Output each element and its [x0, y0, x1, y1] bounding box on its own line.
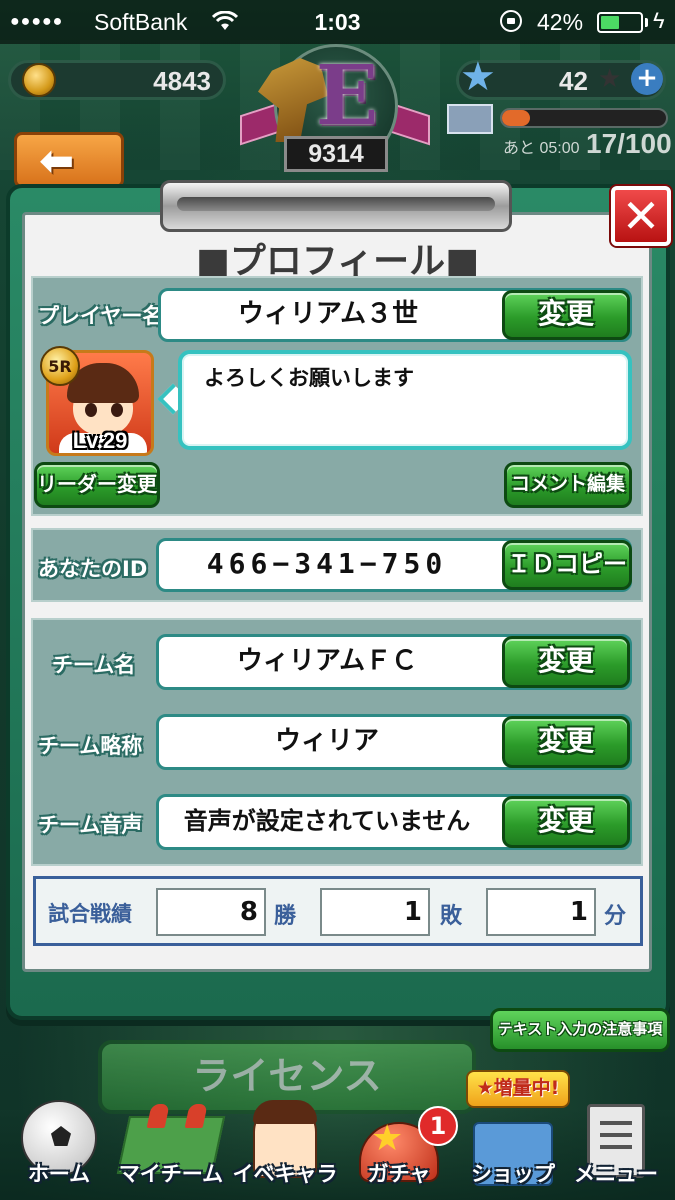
clip-slot — [177, 197, 495, 211]
shop-increase-banner: ★増量中! — [466, 1070, 570, 1108]
tab-home[interactable]: ホーム — [0, 1100, 118, 1200]
losses-unit: 敗 — [440, 904, 463, 929]
tab-event-chara[interactable]: イベキャラ — [226, 1100, 344, 1200]
back-button[interactable]: ⬅ — [14, 132, 124, 188]
tab-label: メニュー — [574, 1162, 658, 1186]
tab-label: マイチーム — [118, 1162, 224, 1186]
stamina-bar-fill — [502, 110, 530, 126]
battery-icon — [597, 12, 643, 33]
rank-score: 9314 — [284, 136, 388, 172]
change-team-name-button[interactable]: 変更 — [502, 636, 630, 688]
leader-change-button[interactable]: リーダー変更 — [34, 462, 160, 508]
team-abbr-label: チーム略称 — [38, 734, 143, 758]
gacha-notification-badge: 1 — [418, 1106, 458, 1146]
copy-id-button[interactable]: ＩＤコピー — [502, 540, 632, 590]
rank-letter: E — [315, 48, 379, 144]
draws-field: 1 — [486, 888, 596, 936]
tab-label: ガチャ — [367, 1162, 431, 1186]
stamina-icon — [447, 104, 493, 134]
back-arrow-icon: ⬅ — [39, 136, 75, 185]
wins-unit: 勝 — [274, 904, 297, 929]
draws-unit: 分 — [604, 904, 627, 929]
blue-star-icon: ★ — [460, 54, 496, 100]
change-team-abbr-button[interactable]: 変更 — [502, 716, 630, 768]
player-id-label: あなたのID — [38, 557, 148, 581]
rank-emblem[interactable]: E 9314 — [240, 44, 430, 174]
stamina-timer: あと 05:00 — [503, 140, 580, 157]
losses-field: 1 — [320, 888, 430, 936]
change-player-name-button[interactable]: 変更 — [502, 290, 630, 340]
clipboard-clip — [160, 180, 512, 232]
tab-label: ショップ — [471, 1162, 555, 1186]
coin-icon — [22, 63, 56, 97]
battery-cap — [645, 18, 648, 27]
tab-label: イベキャラ — [232, 1162, 338, 1186]
star-icon: ★ — [598, 64, 622, 94]
comment-text: よろしくお願いします — [204, 366, 414, 390]
tab-shop[interactable]: ショップ — [454, 1100, 572, 1200]
avatar-eye-right — [111, 403, 123, 417]
avatar-eye-left — [85, 403, 97, 417]
player-name-label: プレイヤー名 — [38, 304, 164, 328]
gacha-star-icon: ★ — [371, 1118, 404, 1159]
battery-level-fill — [601, 16, 619, 29]
tab-my-team[interactable]: マイチーム — [112, 1100, 230, 1200]
stamina-count: 17/100 — [586, 128, 672, 159]
team-name-label: チーム名 — [52, 653, 136, 677]
tab-label: ホーム — [27, 1162, 91, 1186]
status-bar: ●●●●● SoftBank 1:03 42% ϟ — [0, 0, 675, 44]
charging-bolt-icon: ϟ — [653, 8, 665, 33]
text-input-notice-button[interactable]: テキスト入力の注意事項 — [490, 1008, 670, 1052]
comment-edit-button[interactable]: コメント編集 — [504, 462, 632, 508]
avatar-level: Lv.29 — [72, 428, 128, 453]
battery-percent: 42% — [537, 9, 584, 35]
team-voice-label: チーム音声 — [38, 813, 143, 837]
rarity-badge: 5R — [40, 346, 80, 386]
rotation-lock-icon — [500, 10, 522, 32]
change-team-voice-button[interactable]: 変更 — [502, 796, 630, 848]
match-record-label: 試合戦績 — [48, 902, 132, 926]
tab-menu[interactable]: メニュー — [557, 1100, 675, 1200]
wins-field: 8 — [156, 888, 266, 936]
stamina-bar — [500, 108, 668, 128]
add-stars-button[interactable]: + — [631, 63, 663, 95]
